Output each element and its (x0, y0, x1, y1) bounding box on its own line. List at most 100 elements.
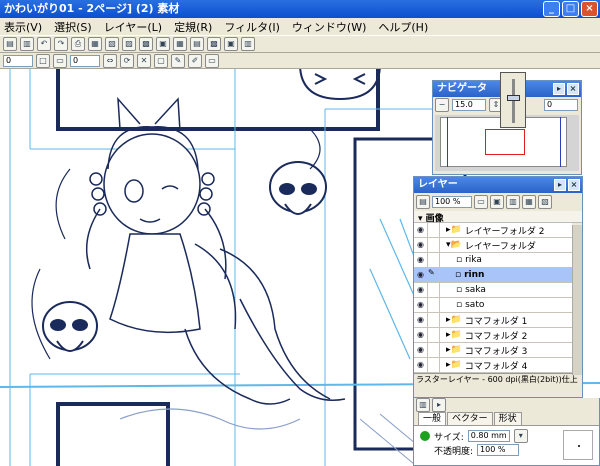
layer-row-selected[interactable]: ◉ ✎ ▫ rinn (414, 268, 572, 283)
properties-panel: ▥ ▸ 一般 ベクター 形状 サイズ: 0.80 mm ▾ 不透明度: 100 … (413, 398, 600, 466)
eye-icon[interactable]: ◉ (414, 298, 428, 312)
new-folder-icon[interactable]: ▣ (490, 195, 504, 209)
viewport-rectangle[interactable] (485, 129, 525, 155)
eye-icon[interactable]: ◉ (414, 268, 428, 282)
layer-row[interactable]: ◉ ▸📁 コマフォルダ 2 (414, 328, 572, 343)
menu-view[interactable]: 表示(V) (4, 19, 42, 35)
layer-row[interactable]: ◉ ▫ sato (414, 298, 572, 313)
eraser-icon[interactable]: ▭ (205, 53, 219, 68)
flip-horizontal-icon[interactable]: ⇔ (103, 53, 117, 68)
tab-shape[interactable]: 形状 (493, 412, 522, 425)
layer-name: saka (465, 285, 486, 295)
spread-view-icon[interactable]: ▨ (122, 37, 136, 51)
layer-row[interactable]: ◉ ▸📁 コマフォルダ 3 (414, 343, 572, 358)
layer-panel-title: レイヤー (418, 179, 458, 190)
eye-icon[interactable]: ◉ (414, 283, 428, 297)
zoom-field[interactable]: 15.0 (452, 99, 486, 111)
grid-icon[interactable]: ▦ (173, 37, 187, 51)
girl-character-sketch (85, 96, 346, 405)
close-button[interactable]: × (581, 1, 598, 17)
layer-property-icon[interactable]: ▧ (538, 195, 552, 209)
layer-mode-icon[interactable]: ▤ (416, 195, 430, 209)
layer-menu-button[interactable]: ▸ (554, 179, 566, 191)
open-page-icon[interactable]: ▭ (53, 53, 67, 68)
ruler-icon[interactable]: ▤ (190, 37, 204, 51)
tab-vector[interactable]: ベクター (447, 412, 493, 425)
property-menu-icon[interactable]: ▸ (432, 398, 446, 412)
eye-icon[interactable]: ◉ (414, 343, 428, 357)
layer-row[interactable]: ◉ ▸📁 コマフォルダ 1 (414, 313, 572, 328)
delete-layer-icon[interactable]: ▦ (522, 195, 536, 209)
redo-icon[interactable]: ↷ (54, 37, 68, 51)
eye-icon[interactable]: ◉ (414, 238, 428, 252)
layer-status: ラスターレイヤー - 600 dpi(黒白(2bit))仕上 (414, 373, 582, 384)
fit-icon[interactable]: ▢ (154, 53, 168, 68)
layer-row[interactable]: ◉ ▾📂 レイヤーフォルダ (414, 238, 572, 253)
menu-ruler[interactable]: 定規(R) (174, 19, 212, 35)
layer-settings-icon[interactable]: ▥ (241, 37, 255, 51)
size-field[interactable]: 0.80 mm (467, 430, 510, 442)
preview-icon[interactable]: ▩ (139, 37, 153, 51)
undo-icon[interactable]: ↶ (37, 37, 51, 51)
delete-icon[interactable]: ▥ (20, 37, 34, 51)
layer-row[interactable]: ◉ ▸📁 レイヤーフォルダ 2 (414, 223, 572, 238)
raster-layer-icon: ▫ (455, 270, 462, 280)
folder-icon: ▸📁 (446, 225, 462, 235)
minimize-button[interactable]: _ (543, 1, 560, 17)
eye-icon[interactable]: ◉ (414, 223, 428, 237)
brush-icon[interactable]: ✐ (188, 53, 202, 68)
main-toolbar: ▤ ▥ ↶ ↷ ⎙ ▦ ▧ ▨ ▩ ▣ ▦ ▤ ▩ ▣ ▥ (0, 35, 600, 53)
new-layer-icon[interactable]: ▭ (474, 195, 488, 209)
transform-icon[interactable]: ✕ (137, 53, 151, 68)
option-field-1[interactable]: 0 (3, 54, 33, 67)
rotate-field[interactable]: 0 (544, 99, 578, 111)
opacity-label: 不透明度: (434, 446, 474, 457)
property-mode-icon[interactable]: ▥ (416, 398, 430, 412)
menu-filter[interactable]: フィルタ(I) (224, 19, 280, 35)
tone-icon[interactable]: ▣ (224, 37, 238, 51)
raster-layer-icon: ▫ (456, 300, 463, 310)
new-page-icon[interactable]: □ (36, 53, 50, 68)
menu-select[interactable]: 選択(S) (54, 19, 92, 35)
navigator-menu-button[interactable]: ▸ (553, 83, 565, 95)
layer-panel-header: レイヤー ▸ × (414, 177, 582, 193)
layer-row[interactable]: ◉ ▫ saka (414, 283, 572, 298)
zoom-slider-popup[interactable] (500, 72, 526, 128)
pen-icon[interactable]: ✎ (171, 53, 185, 68)
folder-icon[interactable]: ▣ (156, 37, 170, 51)
eye-icon[interactable]: ◉ (414, 358, 428, 372)
pen-edit-icon: ✎ (428, 268, 440, 282)
page-view-icon[interactable]: ▦ (88, 37, 102, 51)
navigator-title: ナビゲータ (437, 83, 487, 94)
menu-layer[interactable]: レイヤー(L) (104, 19, 162, 35)
layer-row[interactable]: ◉ ▫ rika (414, 253, 572, 268)
chibi-face-sketch (299, 69, 381, 101)
navigator-close-button[interactable]: × (567, 83, 579, 95)
layer-scrollbar[interactable] (572, 225, 582, 375)
option-field-2[interactable]: 0 (70, 54, 100, 67)
print-icon[interactable]: ⎙ (71, 37, 85, 51)
layer-close-button[interactable]: × (568, 179, 580, 191)
folder-icon: ▸📁 (446, 315, 462, 325)
eye-icon[interactable]: ◉ (414, 253, 428, 267)
layer-group-header[interactable]: ▾ 画像 (414, 211, 582, 224)
paste-icon[interactable]: ▤ (3, 37, 17, 51)
folder-open-icon: ▾📂 (446, 240, 462, 250)
opacity-field[interactable]: 100 % (477, 444, 520, 456)
layer-opacity-field[interactable]: 100 % (432, 196, 472, 208)
layer-row[interactable]: ◉ ▸📁 コマフォルダ 4 (414, 358, 572, 373)
rotate-icon[interactable]: ⟳ (120, 53, 134, 68)
size-label: サイズ: (434, 432, 464, 443)
page-layout-icon[interactable]: ▧ (105, 37, 119, 51)
menu-window[interactable]: ウィンドウ(W) (292, 19, 366, 35)
eye-icon[interactable]: ◉ (414, 313, 428, 327)
tab-general[interactable]: 一般 (418, 412, 447, 425)
size-dropdown-icon[interactable]: ▾ (513, 429, 528, 443)
layer-name: rika (465, 255, 482, 265)
color-palette-icon[interactable]: ▩ (207, 37, 221, 51)
copy-layer-icon[interactable]: ▥ (506, 195, 520, 209)
zoom-out-icon[interactable]: − (435, 98, 449, 112)
menu-help[interactable]: ヘルプ(H) (378, 19, 428, 35)
eye-icon[interactable]: ◉ (414, 328, 428, 342)
maximize-button[interactable]: □ (562, 1, 579, 17)
